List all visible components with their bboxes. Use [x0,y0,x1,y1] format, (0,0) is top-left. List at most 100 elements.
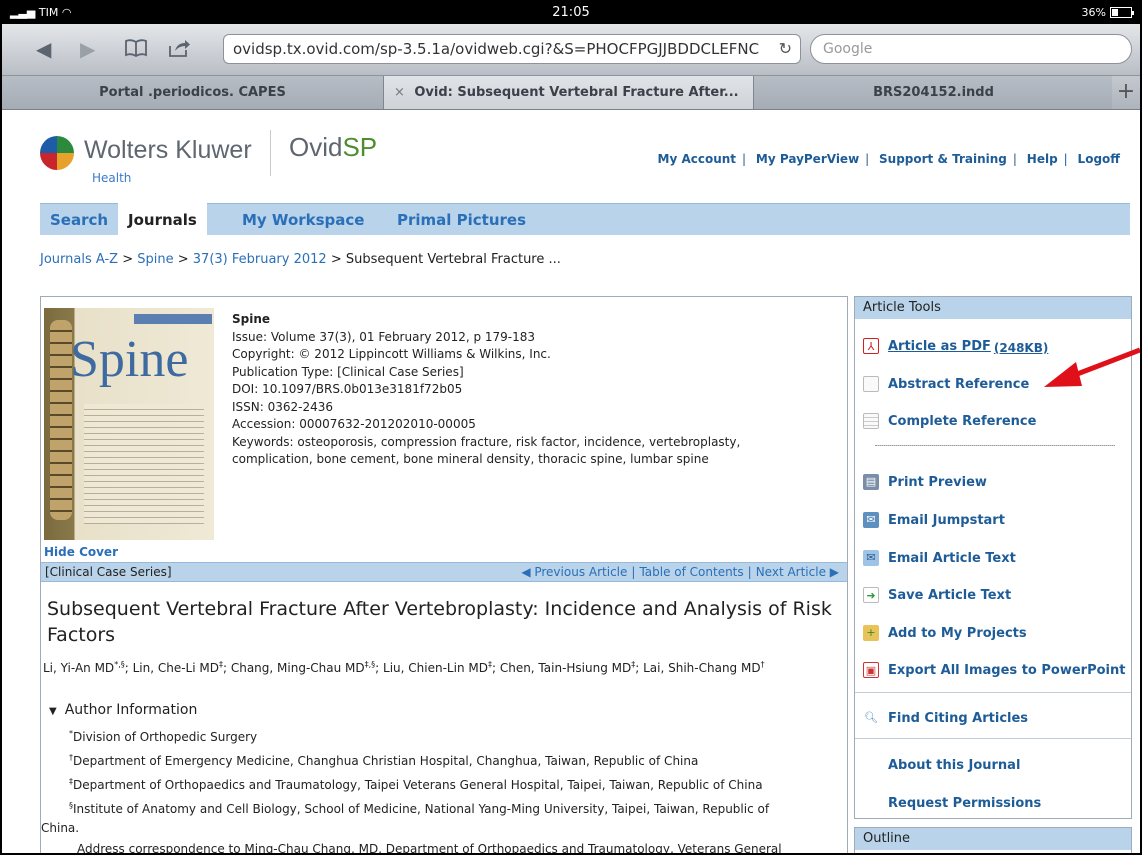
nav-search[interactable]: Search [50,211,108,229]
issue-info: Issue: Volume 37(3), 01 February 2012, p… [232,329,536,344]
support-training-link[interactable]: Support & Training [879,152,1007,166]
print-preview-link[interactable]: ▤ Print Preview [863,474,987,490]
author-information-toggle[interactable]: ▼ Author Information [49,702,197,718]
tools-divider [875,445,1115,446]
table-of-contents-link[interactable]: Table of Contents [639,565,743,579]
outline-heading: Outline [855,828,1131,850]
article-tools-heading: Article Tools [855,297,1131,319]
article-panel: Spine Spine Issue: Volume 37(3), 01 Febr… [40,296,848,855]
article-pdf-link[interactable]: ⅄ Article as PDF (248KB) [863,338,1048,355]
ipad-screen: ▂▃▅ TIM ◠ 21:05 36% ◀ ▶ ovidsp.tx.ovid.c… [0,0,1142,855]
next-article-link[interactable]: Next Article ▶ [756,565,839,579]
caret-down-icon: ▼ [49,706,57,717]
tools-separator [855,738,1131,739]
breadcrumb: Journals A-Z > Spine > 37(3) February 20… [40,252,561,267]
battery-indicator: 36% [1082,6,1134,19]
tab-close-icon[interactable]: × [394,76,405,109]
email-icon: ✉ [863,512,879,528]
share-icon[interactable] [167,38,191,64]
forward-icon[interactable]: ▶ [80,38,95,60]
find-citing-articles-link[interactable]: 🔍︎ Find Citing Articles [863,710,1028,726]
nav-my-workspace[interactable]: My Workspace [242,211,364,229]
article-pager: ◀ Previous Article | Table of Contents | Nex… [521,565,839,579]
keywords-line-2: complication, bone cement, bone mineral … [232,452,709,466]
author: Chen, Tain-Hsiung MD‡; [499,660,644,675]
printer-icon: ▤ [863,474,879,490]
magnifier-icon: 🔍︎ [864,711,878,724]
affiliation: *Division of Orthopedic Surgery [69,729,258,744]
tab-brs204152[interactable]: BRS204152.indd [754,76,1114,109]
affiliation: ‡Department of Orthopaedics and Traumato… [69,777,763,792]
address-bar[interactable]: ovidsp.tx.ovid.com/sp-3.5.1a/ovidweb.cgi… [223,34,801,64]
doi-info: DOI: 10.1097/BRS.0b013e3181f72b05 [232,382,463,396]
about-journal-link[interactable]: About this Journal [888,758,1020,773]
document-icon [863,376,879,392]
document-lines-icon [863,413,879,429]
article-metadata: Spine Issue: Volume 37(3), 01 February 2… [232,311,740,469]
web-page: Wolters Kluwer Health OvidSP My Account |… [2,110,1140,855]
status-bar: ▂▃▅ TIM ◠ 21:05 36% [2,2,1140,24]
author: Lai, Shih-Chang MD† [643,660,765,675]
previous-article-link[interactable]: ◀ Previous Article [521,565,627,579]
breadcrumb-current: Subsequent Vertebral Fracture ... [345,252,561,267]
tab-ovid-article[interactable]: × Ovid: Subsequent Vertebral Fracture Af… [384,76,754,109]
outline-panel: Outline [854,827,1132,853]
email-text-icon: ✉ [863,550,879,566]
globe-logo-icon [40,136,74,170]
browser-toolbar: ◀ ▶ ovidsp.tx.ovid.com/sp-3.5.1a/ovidweb… [2,24,1140,76]
complete-reference-link[interactable]: Complete Reference [863,413,1036,429]
logoff-link[interactable]: Logoff [1078,152,1120,166]
save-article-text-link[interactable]: ➜ Save Article Text [863,587,1011,603]
my-payperview-link[interactable]: My PayPerView [756,152,859,166]
email-article-text-link[interactable]: ✉ Email Article Text [863,550,1016,566]
tab-portal-periodicos[interactable]: Portal .periodicos. CAPES [2,76,384,109]
cover-title: Spine [70,331,189,388]
email-jumpstart-link[interactable]: ✉ Email Jumpstart [863,512,1005,528]
search-placeholder: Google [823,41,873,57]
journal-name: Spine [232,312,271,326]
brand-subtitle: Health [92,171,132,185]
hide-cover-link[interactable]: Hide Cover [44,545,118,559]
affiliation: §Institute of Anatomy and Cell Biology, … [69,801,770,816]
ovidsp-logo[interactable]: OvidSP [289,132,377,163]
export-images-powerpoint-link[interactable]: ▣ Export All Images to PowerPoint [863,662,1125,678]
my-account-link[interactable]: My Account [658,152,737,166]
author: Chang, Ming-Chau MD‡,§; [230,660,384,675]
save-icon: ➜ [863,587,879,603]
bookmarks-icon[interactable] [124,38,148,64]
folder-add-icon: + [863,625,879,641]
battery-level-fill [1112,9,1119,16]
request-permissions-link[interactable]: Request Permissions [888,796,1041,811]
tab-bar: Portal .periodicos. CAPES × Ovid: Subseq… [2,76,1140,110]
account-links: My Account | My PayPerView | Support & Tra… [657,152,1120,166]
breadcrumb-issue[interactable]: 37(3) February 2012 [193,252,327,267]
url-text: ovidsp.tx.ovid.com/sp-3.5.1a/ovidweb.cgi… [233,40,760,58]
new-tab-icon[interactable]: + [1112,76,1140,109]
copyright-info: Copyright: © 2012 Lippincott Williams & … [232,347,551,361]
accession-info: Accession: 00007632-201202010-00005 [232,417,476,431]
breadcrumb-spine[interactable]: Spine [137,252,173,267]
clock: 21:05 [552,5,590,20]
reload-icon[interactable]: ↻ [779,39,792,58]
back-icon[interactable]: ◀ [36,38,51,60]
breadcrumb-journals-az[interactable]: Journals A-Z [40,252,118,267]
brand-name: Wolters Kluwer [84,136,252,164]
abstract-reference-link[interactable]: Abstract Reference [863,376,1029,392]
pdf-icon: ⅄ [863,338,879,354]
nav-journals[interactable]: Journals [118,203,207,236]
main-nav: Search Journals My Workspace Primal Pict… [40,203,1130,236]
journal-cover-image: Spine [44,308,214,540]
section-label: [Clinical Case Series] [45,565,172,579]
add-to-projects-link[interactable]: + Add to My Projects [863,625,1027,641]
nav-primal-pictures[interactable]: Primal Pictures [397,211,526,229]
powerpoint-icon: ▣ [863,662,879,678]
author: Lin, Che-Li MD‡; [132,660,231,675]
publication-type: Publication Type: [Clinical Case Series] [232,364,464,379]
search-input[interactable]: Google [810,34,1132,64]
correspondence-address: Address correspondence to Ming-Chau Chan… [77,842,782,855]
author: Li, Yi-An MD*,§; [43,660,133,675]
affiliation-continued: China. [41,821,80,835]
battery-icon [1110,7,1134,18]
help-link[interactable]: Help [1027,152,1058,166]
affiliation: †Department of Emergency Medicine, Chang… [69,753,699,768]
